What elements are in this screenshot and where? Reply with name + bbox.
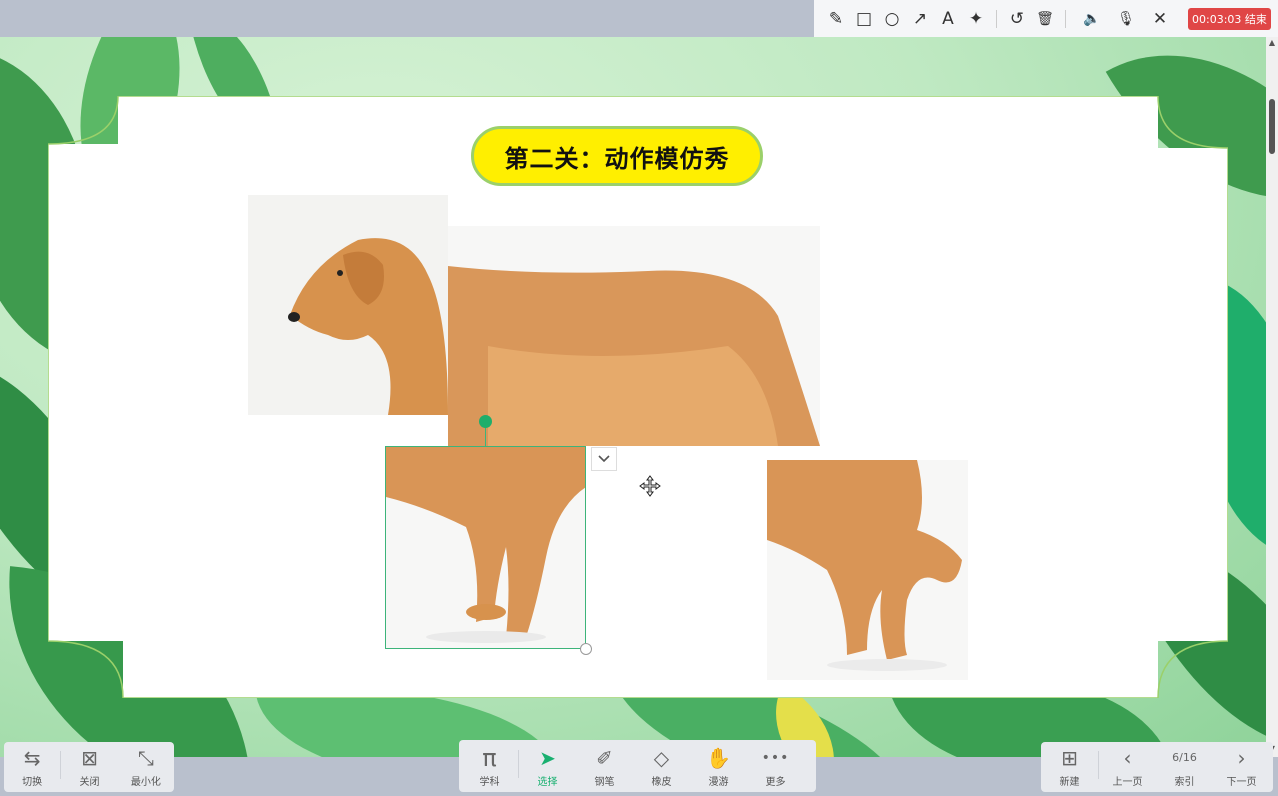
pan-label: 漫游 [708,777,729,788]
eraser-tool-button[interactable]: ◇ 橡皮 [633,740,690,788]
resize-handle[interactable] [580,643,592,655]
dog-front-legs-photo[interactable] [386,447,586,649]
annotation-toolbar: ✎ □ ○ ↗ A ✦ ↺ 🗑 🔈 🎙 ✕ 00:03:03 结束 [814,0,1278,37]
microphone-icon[interactable]: 🎙 [1112,5,1140,33]
eraser-icon: ◇ [653,746,670,770]
index-label: 索引 [1174,777,1195,788]
hand-icon: ✋ [706,746,731,770]
pen-label: 钢笔 [594,777,615,788]
select-label: 选择 [537,777,558,788]
new-page-button[interactable]: ⊞ 新建 [1041,740,1098,788]
dog-head-photo[interactable] [248,195,448,415]
more-label: 更多 [765,777,786,788]
circle-icon[interactable]: ○ [878,5,906,33]
pen-icon[interactable]: ✎ [822,5,850,33]
pen-tool-button[interactable]: ✐ 钢笔 [576,740,633,788]
rotate-handle-line [485,426,486,446]
page-index-button[interactable]: 6/16 索引 [1156,740,1213,788]
rotate-handle[interactable] [479,415,492,428]
switch-button[interactable]: ⇆ 切换 [4,740,60,788]
toolbar-divider [1065,9,1066,28]
pan-tool-button[interactable]: ✋ 漫游 [690,740,747,788]
close-box-icon: ⊠ [81,746,98,770]
brush-icon: ✐ [596,746,613,770]
chevron-left-icon: ‹ [1123,746,1132,770]
slide-title[interactable]: 第二关：动作模仿秀 [471,126,763,186]
more-tool-button[interactable]: ••• 更多 [747,740,804,788]
vertical-scrollbar[interactable]: ▲ ▼ [1266,37,1278,757]
move-cursor-icon [639,475,661,497]
add-page-icon: ⊞ [1061,746,1078,770]
next-page-label: 下一页 [1226,777,1257,788]
speaker-icon[interactable]: 🔈 [1078,5,1106,33]
window-controls-panel: ⇆ 切换 ⊠ 关闭 ⤡ 最小化 [4,742,174,792]
prev-page-label: 上一页 [1112,777,1143,788]
tools-panel: π 学科 ➤ 选择 ✐ 钢笔 ◇ 橡皮 ✋ 漫游 ••• 更多 [459,740,816,792]
rectangle-icon[interactable]: □ [850,5,878,33]
minimize-button[interactable]: ⤡ 最小化 [118,740,174,788]
eraser-label: 橡皮 [651,777,672,788]
timer-end-button[interactable]: 00:03:03 结束 [1188,7,1271,30]
dog-hind-legs-photo[interactable] [767,460,968,680]
page-nav-panel: ⊞ 新建 ‹ 上一页 6/16 索引 › 下一页 [1041,742,1273,792]
subject-tool-button[interactable]: π 学科 [461,740,518,788]
undo-icon[interactable]: ↺ [1003,5,1031,33]
arrow-icon[interactable]: ↗ [906,5,934,33]
dog-body-photo[interactable] [448,226,820,446]
more-icon: ••• [761,750,790,766]
pi-icon: π [482,744,497,772]
select-arrow-icon: ➤ [539,746,556,770]
close-icon[interactable]: ✕ [1146,5,1174,33]
next-page-button[interactable]: › 下一页 [1213,740,1270,788]
text-icon[interactable]: A [934,5,962,33]
magic-wand-icon[interactable]: ✦ [962,5,990,33]
switch-icon: ⇆ [23,746,41,770]
toolbar-divider [996,9,997,28]
select-tool-button[interactable]: ➤ 选择 [519,740,576,788]
new-page-label: 新建 [1059,777,1080,788]
chevron-down-icon [598,455,610,463]
page-indicator: 6/16 [1172,751,1197,764]
prev-page-button[interactable]: ‹ 上一页 [1099,740,1156,788]
scroll-up-icon[interactable]: ▲ [1268,39,1276,47]
selection-dropdown-button[interactable] [591,447,617,471]
subject-label: 学科 [479,777,500,788]
minimize-label: 最小化 [130,777,161,788]
scroll-thumb[interactable] [1269,99,1275,154]
chevron-right-icon: › [1237,746,1246,770]
minimize-icon: ⤡ [137,746,154,770]
close-button[interactable]: ⊠ 关闭 [61,740,117,788]
trash-icon[interactable]: 🗑 [1031,5,1059,33]
switch-label: 切换 [22,777,43,788]
close-label: 关闭 [79,777,100,788]
